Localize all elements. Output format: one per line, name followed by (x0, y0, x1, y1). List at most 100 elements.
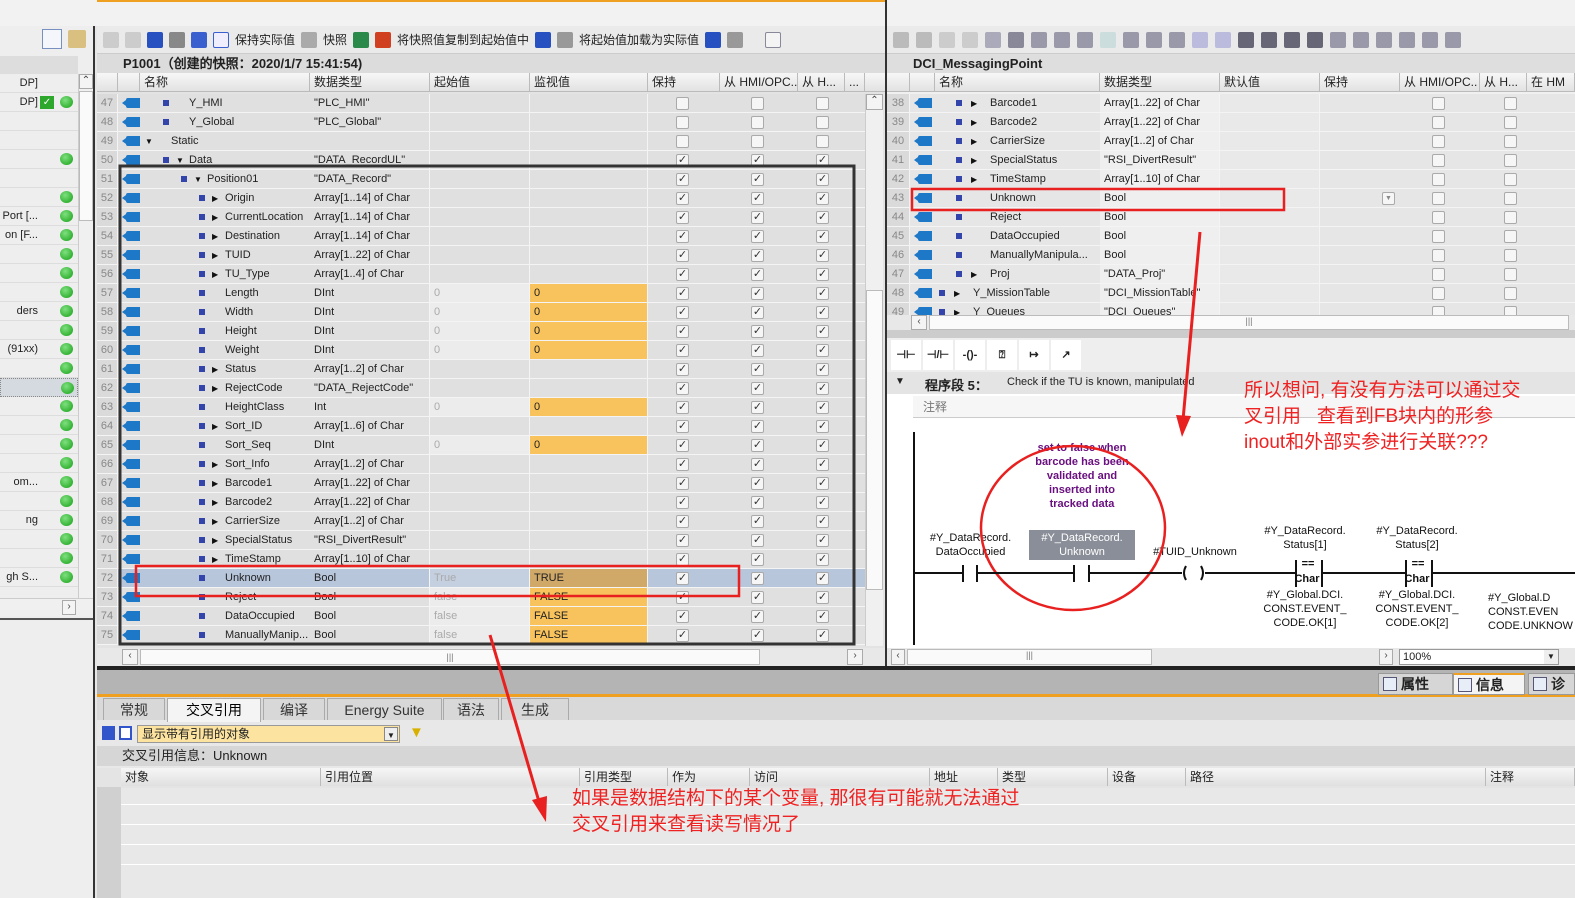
start-value[interactable] (430, 493, 530, 511)
bottom-tab[interactable]: 语法 (443, 698, 499, 720)
expand-arrow-icon[interactable]: ▶ (971, 99, 977, 108)
block2-icon[interactable] (1307, 31, 1323, 48)
ladder-horizontal-scrollbar[interactable]: ‹ ||| › 100% ▼ (887, 648, 1575, 666)
add-row-icon[interactable] (125, 31, 141, 48)
data-type[interactable]: Array[1..22] of Char (1100, 113, 1220, 131)
start-value[interactable] (430, 474, 530, 492)
hmi-accessible-checkbox[interactable]: ✓ (751, 325, 764, 338)
tree-item[interactable]: (91xx) (0, 340, 78, 359)
data-type[interactable]: Bool (1100, 246, 1220, 264)
data-type[interactable]: "RSI_DivertResult" (1100, 151, 1220, 169)
data-type[interactable]: Array[1..22] of Char (310, 474, 430, 492)
start-value[interactable] (430, 246, 530, 264)
data-type[interactable]: Bool (1100, 227, 1220, 245)
retain-checkbox[interactable] (1432, 230, 1445, 243)
start-value[interactable] (430, 227, 530, 245)
table-row[interactable]: 48 Y_Global "PLC_Global" (97, 113, 865, 132)
expand-arrow-icon[interactable]: ▶ (212, 479, 218, 488)
hmi-accessible-checkbox[interactable] (1504, 306, 1517, 315)
hmi-accessible-checkbox[interactable] (751, 135, 764, 148)
no-contact-icon[interactable]: ⊣⊢ (891, 340, 921, 370)
outdent-more-icon[interactable] (1422, 31, 1438, 48)
table-row[interactable]: 62 ▶ RejectCode "DATA_RejectCode" ✓ ✓ ✓ (97, 379, 865, 398)
expand-arrow-icon[interactable]: ▶ (212, 384, 218, 393)
collapse-network-icon[interactable]: ▼ (895, 376, 905, 387)
hmi-accessible-checkbox[interactable]: ✓ (751, 363, 764, 376)
scroll-left-button[interactable]: ‹ (122, 649, 138, 665)
copy-snapshot-button[interactable]: 将快照值复制到起始值中 (397, 31, 529, 48)
hmi-accessible-checkbox[interactable]: ✓ (751, 211, 764, 224)
hmi-accessible-checkbox[interactable] (1504, 192, 1517, 205)
cross-ref-column-header[interactable]: 对象 (121, 768, 321, 786)
chevron-down-icon[interactable]: ▼ (1382, 192, 1395, 205)
default-value[interactable] (1220, 246, 1320, 264)
hmi-writable-checkbox[interactable]: ✓ (816, 553, 829, 566)
table-row[interactable]: 58 Width DInt 0 0 ✓ ✓ ✓ (97, 303, 865, 322)
bottom-tab[interactable]: 生成 (501, 698, 569, 720)
expand-arrow-icon[interactable]: ▶ (212, 194, 218, 203)
close-all-icon[interactable] (1077, 31, 1093, 48)
table-row[interactable]: 57 Length DInt 0 0 ✓ ✓ ✓ (97, 284, 865, 303)
close-branch-icon[interactable]: ↗ (1051, 340, 1081, 370)
collapse-arrow-icon[interactable]: ▼ (194, 175, 202, 184)
tree-item[interactable] (0, 169, 78, 188)
hmi-writable-checkbox[interactable]: ✓ (816, 192, 829, 205)
retain-checkbox[interactable] (1432, 154, 1445, 167)
chevron-down-icon[interactable]: ▼ (1544, 650, 1558, 664)
scroll-right-button[interactable]: › (1379, 649, 1393, 665)
column-header[interactable]: 从 H... (1480, 73, 1527, 92)
data-type[interactable] (310, 132, 430, 150)
member-name[interactable]: Data (189, 151, 310, 169)
cross-ref-column-header[interactable]: 注释 (1486, 768, 1575, 786)
hmi-accessible-checkbox[interactable]: ✓ (751, 230, 764, 243)
data-type[interactable]: Array[1..6] of Char (310, 417, 430, 435)
coil-operand[interactable]: #TUID_Unknown (1145, 545, 1245, 559)
hmi-writable-checkbox[interactable] (816, 97, 829, 110)
monitor-glasses-icon[interactable] (213, 31, 229, 48)
zoom-select[interactable]: 100% ▼ (1399, 649, 1559, 665)
collapse-icon[interactable] (119, 726, 132, 740)
compare1-operand-top[interactable]: #Y_DataRecord. Status[1] (1255, 524, 1355, 552)
window-icon[interactable] (765, 31, 782, 48)
data-type[interactable]: DInt (310, 303, 430, 321)
member-name[interactable]: CarrierSize (225, 512, 310, 530)
retain-checkbox[interactable]: ✓ (676, 572, 689, 585)
start-value[interactable] (430, 360, 530, 378)
cross-ref-column-header[interactable]: 路径 (1186, 768, 1486, 786)
table-row[interactable]: 56 ▶ TU_Type Array[1..4] of Char ✓ ✓ ✓ (97, 265, 865, 284)
data-type[interactable]: "DATA_Proj" (1100, 265, 1220, 283)
start-value[interactable]: false (430, 626, 530, 644)
data-type[interactable]: Array[1..22] of Char (310, 493, 430, 511)
retain-checkbox[interactable]: ✓ (676, 363, 689, 376)
add-row-icon[interactable] (962, 31, 978, 48)
data-type[interactable]: Bool (1100, 189, 1220, 207)
table-row[interactable]: 70 ▶ SpecialStatus "RSI_DivertResult" ✓ ✓ ✓ (97, 531, 865, 550)
hmi-accessible-checkbox[interactable]: ✓ (751, 306, 764, 319)
data-type[interactable]: Array[1..2] of Char (1100, 132, 1220, 150)
data-type[interactable]: DInt (310, 284, 430, 302)
data-type[interactable]: Array[1..10] of Char (1100, 170, 1220, 188)
snapshot-icon[interactable] (301, 31, 318, 48)
start-value[interactable]: 0 (430, 284, 530, 302)
table-row[interactable]: 46 ManuallyManipula... Bool (887, 246, 1575, 265)
cross-ref-column-header[interactable]: 地址 (930, 768, 998, 786)
retain-checkbox[interactable]: ✓ (676, 458, 689, 471)
member-name[interactable]: Unknown (990, 189, 1100, 207)
start-value[interactable]: 0 (430, 303, 530, 321)
hmi-writable-checkbox[interactable]: ✓ (816, 306, 829, 319)
compare2-operand-bottom[interactable]: #Y_Global.DCI. CONST.EVENT_ CODE.OK[2] (1367, 588, 1467, 630)
expand-arrow-icon[interactable]: ▶ (212, 251, 218, 260)
tree-item[interactable] (0, 245, 78, 264)
member-name[interactable]: CarrierSize (990, 132, 1100, 150)
retain-checkbox[interactable] (1432, 135, 1445, 148)
hmi-accessible-checkbox[interactable] (1504, 97, 1517, 110)
default-value[interactable] (1220, 227, 1320, 245)
tree-item[interactable] (0, 416, 78, 435)
member-name[interactable]: Weight (225, 341, 310, 359)
member-name[interactable]: Origin (225, 189, 310, 207)
table-row[interactable]: 55 ▶ TUID Array[1..22] of Char ✓ ✓ ✓ (97, 246, 865, 265)
data-type[interactable]: Array[1..14] of Char (310, 227, 430, 245)
expand-arrow-icon[interactable]: ▶ (212, 270, 218, 279)
expand-all-icon[interactable] (191, 31, 207, 48)
hmi-writable-checkbox[interactable]: ✓ (816, 325, 829, 338)
